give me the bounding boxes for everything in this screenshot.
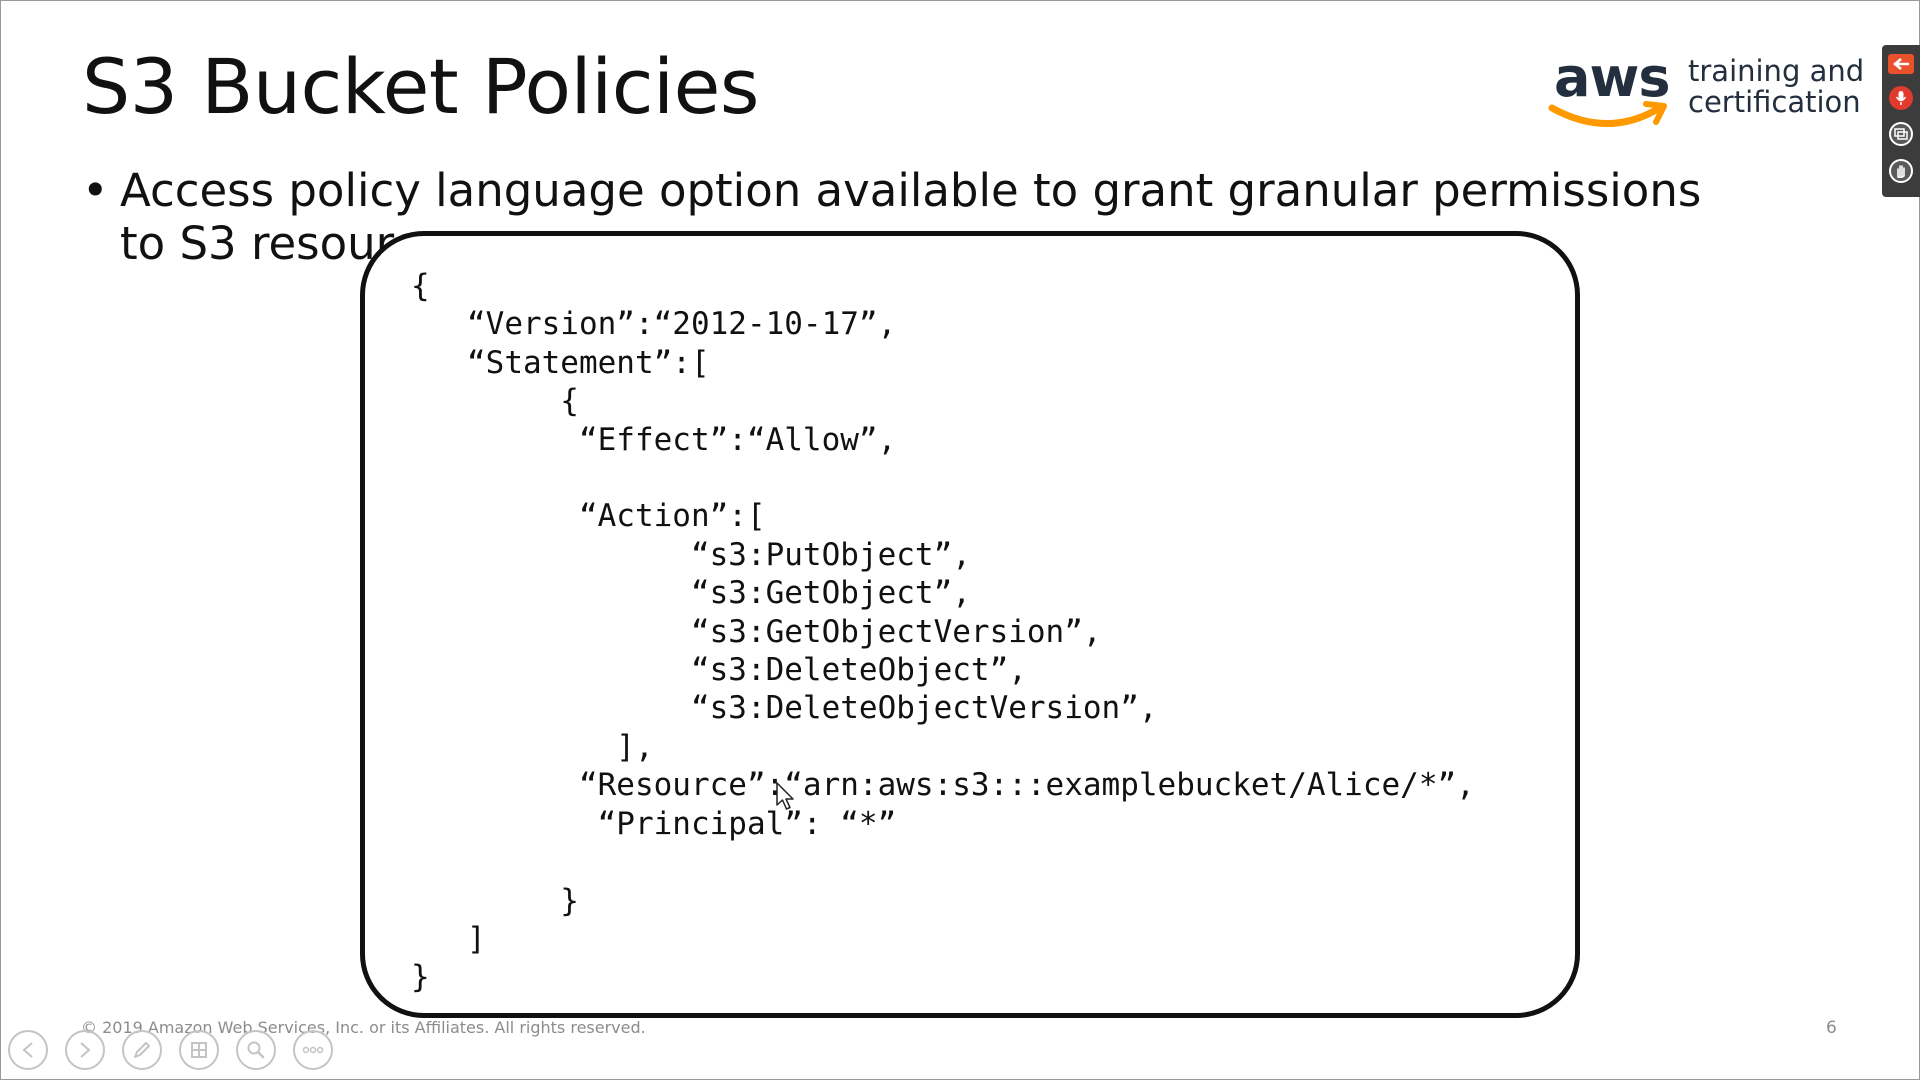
bullet-marker: • xyxy=(82,164,109,217)
pen-icon[interactable] xyxy=(122,1030,162,1070)
presenter-toolbar xyxy=(1882,45,1920,197)
slide-number: 6 xyxy=(1826,1018,1837,1038)
mouse-pointer-icon xyxy=(776,782,794,810)
copyright-footer: © 2019 Amazon Web Services, Inc. or its … xyxy=(81,1018,646,1037)
logo-caption-line-2: certification xyxy=(1688,85,1861,119)
next-slide-icon[interactable] xyxy=(65,1030,105,1070)
logo-caption-line-1: training and xyxy=(1688,54,1865,88)
raise-hand-icon[interactable] xyxy=(1889,159,1913,183)
screen-share-icon[interactable] xyxy=(1889,122,1913,146)
aws-training-logo: aws training and certification xyxy=(1548,46,1864,134)
zoom-icon[interactable] xyxy=(236,1030,276,1070)
aws-smile-icon xyxy=(1548,101,1667,127)
slides-grid-icon[interactable] xyxy=(179,1030,219,1070)
previous-slide-icon[interactable] xyxy=(8,1030,48,1070)
slide-title: S3 Bucket Policies xyxy=(82,42,759,131)
more-options-icon[interactable] xyxy=(293,1030,333,1070)
exit-arrow-icon[interactable] xyxy=(1888,54,1914,74)
logo-caption: training and certification xyxy=(1688,56,1864,118)
microphone-icon[interactable] xyxy=(1889,86,1913,110)
bucket-policy-json: { “Version”:“2012-10-17”, “Statement”:[ … xyxy=(411,268,1475,996)
